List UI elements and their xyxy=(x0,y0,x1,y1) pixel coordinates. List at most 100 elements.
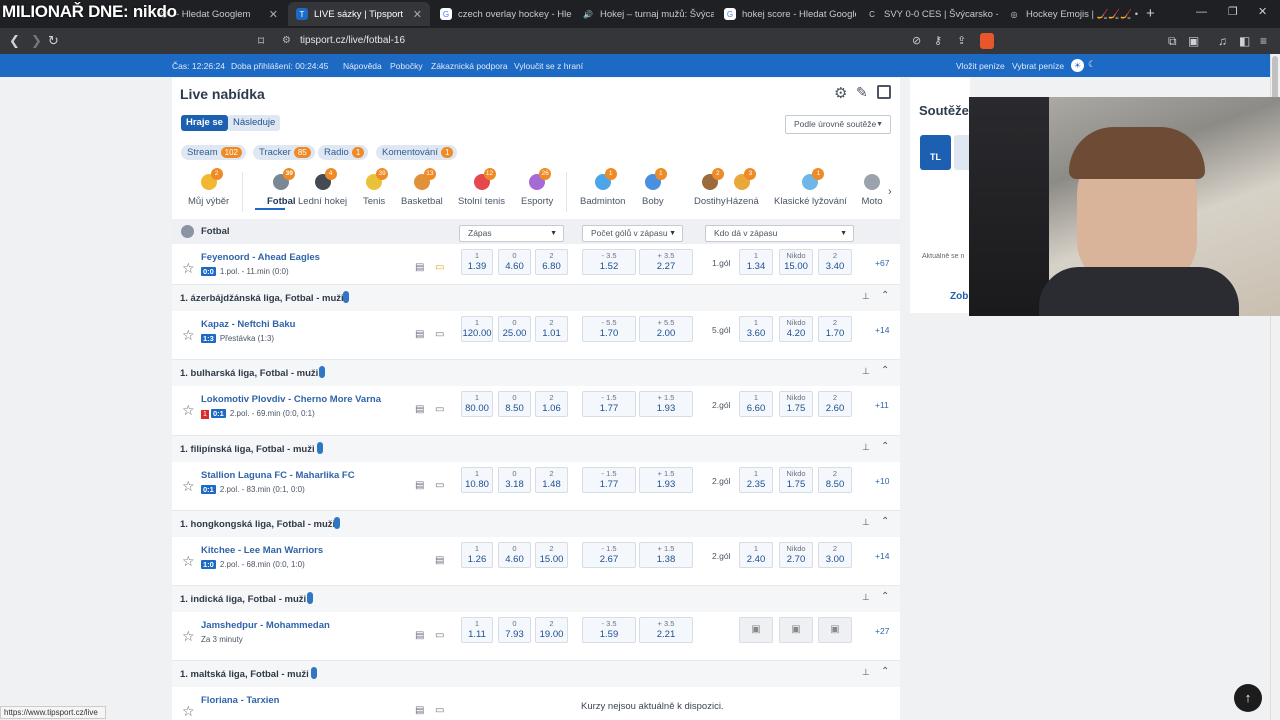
deposit-link[interactable]: Vložit peníze xyxy=(956,61,1005,71)
odds-button[interactable]: 2 8.50 xyxy=(818,467,852,493)
odds-button[interactable]: 2 6.80 xyxy=(535,249,568,275)
market-select-scorer[interactable]: Kdo dá v zápasu ▼ xyxy=(705,225,854,242)
stats-icon[interactable]: ▤ xyxy=(415,480,424,491)
odds-button[interactable]: 2 19.00 xyxy=(535,617,568,643)
match-teams-link[interactable]: Floriana - Tarxien xyxy=(201,695,279,706)
withdraw-link[interactable]: Vybrat peníze xyxy=(1012,61,1064,71)
star-icon[interactable]: ☆ xyxy=(182,478,195,495)
chevron-up-icon[interactable]: ⌃ xyxy=(881,441,889,452)
odds-button[interactable]: 2 3.00 xyxy=(818,542,852,568)
filter-chip-commentary[interactable]: Komentování 1 xyxy=(376,145,458,160)
sport-tab-4[interactable]: 13 Basketbal xyxy=(401,168,443,207)
odds-button[interactable]: - 3.5 1.52 xyxy=(582,249,636,275)
league-header[interactable]: 1. filipínská liga, Fotbal - muži ⊥ ⌃ xyxy=(172,435,900,462)
browser-tab[interactable]: ◎ Hockey Emojis | 🏒🏒🏒 • ° • xyxy=(1000,2,1139,26)
person-info-icon[interactable] xyxy=(343,291,349,303)
odds-button[interactable]: 1 2.40 xyxy=(739,542,773,568)
person-info-icon[interactable] xyxy=(307,592,313,604)
pin-icon[interactable]: ⊥ xyxy=(862,592,870,603)
odds-button[interactable]: Nikdo 15.00 xyxy=(779,249,813,275)
more-markets-link[interactable]: +11 xyxy=(875,400,889,410)
music-icon[interactable]: ♫ xyxy=(1218,33,1227,49)
show-more-link[interactable]: Zob xyxy=(950,291,968,302)
reload-icon[interactable]: ↻ xyxy=(48,33,59,49)
stream-icon[interactable]: ▭ xyxy=(435,480,444,491)
odds-button[interactable]: 2 15.00 xyxy=(535,542,568,568)
star-icon[interactable]: ☆ xyxy=(182,703,195,720)
odds-button[interactable]: 1 80.00 xyxy=(461,391,493,417)
scroll-to-top-button[interactable]: ↑ xyxy=(1234,684,1262,712)
odds-button[interactable]: 0 4.60 xyxy=(498,542,531,568)
sidebar-icon[interactable]: ▣ xyxy=(1188,33,1199,49)
share-icon[interactable]: ⇪ xyxy=(957,33,966,49)
odds-button[interactable]: 1 10.80 xyxy=(461,467,493,493)
market-select-match[interactable]: Zápas ▼ xyxy=(459,225,564,242)
sport-tab-1[interactable]: 39 Fotbal xyxy=(267,168,296,207)
odds-button[interactable]: 2 1.06 xyxy=(535,391,568,417)
sport-tab-8[interactable]: 1 Boby xyxy=(642,168,667,207)
odds-button[interactable]: 1 1.11 xyxy=(461,617,493,643)
browser-tab[interactable]: G czech overlay hockey - Hledat xyxy=(432,2,572,26)
odds-button[interactable]: 1 120.00 xyxy=(461,316,493,342)
more-markets-link[interactable]: +14 xyxy=(875,325,889,335)
chevron-right-icon[interactable]: › xyxy=(888,186,892,198)
odds-button[interactable]: 0 3.18 xyxy=(498,467,531,493)
odds-button[interactable]: + 5.5 2.00 xyxy=(639,316,693,342)
odds-button[interactable]: - 1.5 1.77 xyxy=(582,391,636,417)
match-teams-link[interactable]: Kapaz - Neftchi Baku xyxy=(201,319,296,330)
browser-tab-active[interactable]: T LIVE sázky | Tipsport ✕ xyxy=(288,2,430,26)
sport-tab-2[interactable]: 4 Lední hokej xyxy=(298,168,347,207)
minimize-icon[interactable]: — xyxy=(1196,6,1207,18)
sport-tab-12[interactable]: Moto xyxy=(861,170,883,207)
maximize-icon[interactable]: ❐ xyxy=(1228,5,1238,18)
key-icon[interactable]: ⚷ xyxy=(934,33,942,49)
odds-button[interactable]: Nikdo 1.75 xyxy=(779,391,813,417)
stats-icon[interactable]: ▤ xyxy=(415,262,424,273)
odds-button[interactable]: 0 4.60 xyxy=(498,249,531,275)
pin-icon[interactable]: ⊥ xyxy=(862,667,870,678)
stats-icon[interactable]: ▤ xyxy=(415,705,424,716)
match-teams-link[interactable]: Lokomotiv Plovdiv - Cherno More Varna xyxy=(201,394,381,405)
chevron-up-icon[interactable]: ⌃ xyxy=(881,516,889,527)
bookmark-icon[interactable]: ⌑ xyxy=(258,33,264,49)
odds-button[interactable]: 0 7.93 xyxy=(498,617,531,643)
competition-tile[interactable]: TL xyxy=(920,135,951,170)
person-info-icon[interactable] xyxy=(317,442,323,454)
stats-icon[interactable]: ▤ xyxy=(415,630,424,641)
sport-tab-7[interactable]: 1 Badminton xyxy=(580,168,625,207)
sport-tab-3[interactable]: 39 Tenis xyxy=(363,168,389,207)
back-icon[interactable]: ❮ xyxy=(9,33,20,49)
pin-icon[interactable]: ⊥ xyxy=(862,291,870,302)
stream-icon[interactable]: ▭ xyxy=(435,705,444,716)
odds-button[interactable]: + 1.5 1.93 xyxy=(639,467,693,493)
odds-button[interactable]: 2 1.70 xyxy=(818,316,852,342)
forward-icon[interactable]: ❯ xyxy=(31,33,42,49)
person-info-icon[interactable] xyxy=(334,517,340,529)
moon-icon[interactable]: ☾ xyxy=(1088,59,1096,70)
pin-icon[interactable]: ⊥ xyxy=(862,517,870,528)
competition-tile[interactable] xyxy=(954,135,970,170)
person-info-icon[interactable] xyxy=(311,667,317,679)
filter-chip-radio[interactable]: Radio 1 xyxy=(318,145,369,160)
star-icon[interactable]: ☆ xyxy=(182,260,195,277)
odds-button[interactable]: 2 1.48 xyxy=(535,467,568,493)
tab-playing[interactable]: Hraje se xyxy=(181,115,228,131)
odds-button[interactable]: 1 1.26 xyxy=(461,542,493,568)
odds-button[interactable]: 1 2.35 xyxy=(739,467,773,493)
match-teams-link[interactable]: Feyenoord - Ahead Eagles xyxy=(201,252,320,263)
pencil-icon[interactable]: ✎ xyxy=(856,84,868,101)
odds-button[interactable]: 2 1.01 xyxy=(535,316,568,342)
chevron-up-icon[interactable]: ⌃ xyxy=(881,591,889,602)
odds-button[interactable]: 2 2.60 xyxy=(818,391,852,417)
odds-button[interactable]: - 3.5 1.59 xyxy=(582,617,636,643)
star-icon[interactable]: ☆ xyxy=(182,402,195,419)
league-header[interactable]: 1. maltská liga, Fotbal - muži ⊥ ⌃ xyxy=(172,660,900,687)
odds-button[interactable]: + 1.5 1.38 xyxy=(639,542,693,568)
browser-tab[interactable]: C SVY 0-0 CES | Švýcarsko - Česk xyxy=(858,2,998,26)
sport-tab-11[interactable]: 1 Klasické lyžování xyxy=(774,168,847,207)
odds-button[interactable]: 1 1.34 xyxy=(739,249,773,275)
chevron-up-icon[interactable]: ⌃ xyxy=(881,666,889,677)
sun-icon[interactable]: ☀ xyxy=(1071,59,1084,72)
odds-button[interactable]: Nikdo 1.75 xyxy=(779,467,813,493)
odds-button[interactable]: 0 8.50 xyxy=(498,391,531,417)
